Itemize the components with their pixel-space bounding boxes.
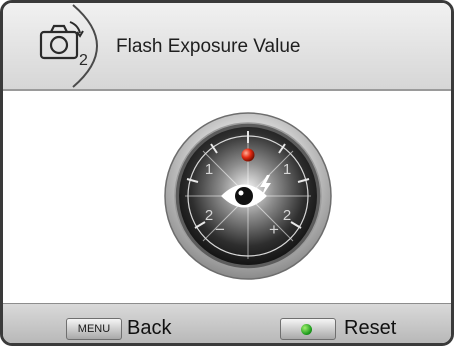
- camera-mode-number: 2: [79, 52, 88, 69]
- reset-label: Reset: [344, 317, 397, 339]
- dial-scale-label-plus-2: 2: [283, 207, 291, 224]
- screen: 2 Flash Exposure Value 1 1 2 2 − + MENU …: [0, 0, 454, 346]
- menu-button[interactable]: MENU: [66, 318, 122, 340]
- dial-scale-label-minus-1: 1: [205, 161, 213, 178]
- dial-scale-label-plus-1: 1: [283, 161, 291, 178]
- flash-exposure-dial[interactable]: 1 1 2 2 − +: [163, 111, 333, 281]
- green-dot-icon: [301, 324, 312, 335]
- dial-scale-label-minus-2: 2: [205, 207, 213, 224]
- header: 2 Flash Exposure Value: [3, 3, 451, 91]
- dial-indicator-dot: [241, 148, 255, 162]
- dial-minus-sign: −: [215, 220, 225, 239]
- camera-mode-icon: 2: [3, 3, 123, 89]
- page-title: Flash Exposure Value: [116, 36, 301, 57]
- footer: MENU Back Reset: [3, 303, 451, 343]
- back-label: Back: [127, 317, 172, 339]
- dial-plus-sign: +: [269, 220, 279, 239]
- reset-button[interactable]: [280, 318, 336, 340]
